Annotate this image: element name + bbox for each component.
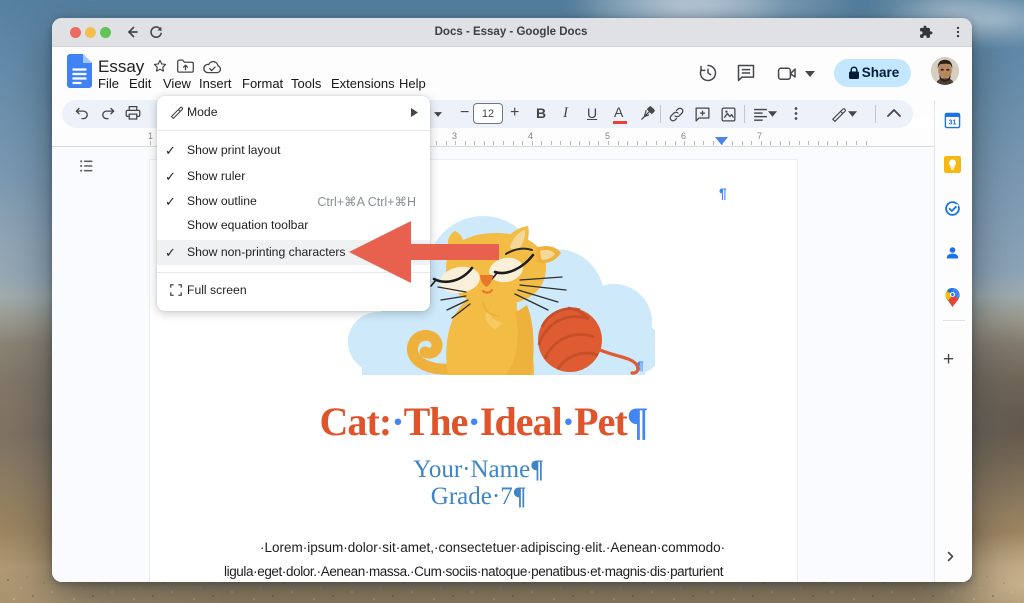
svg-text:31: 31 — [949, 118, 957, 126]
